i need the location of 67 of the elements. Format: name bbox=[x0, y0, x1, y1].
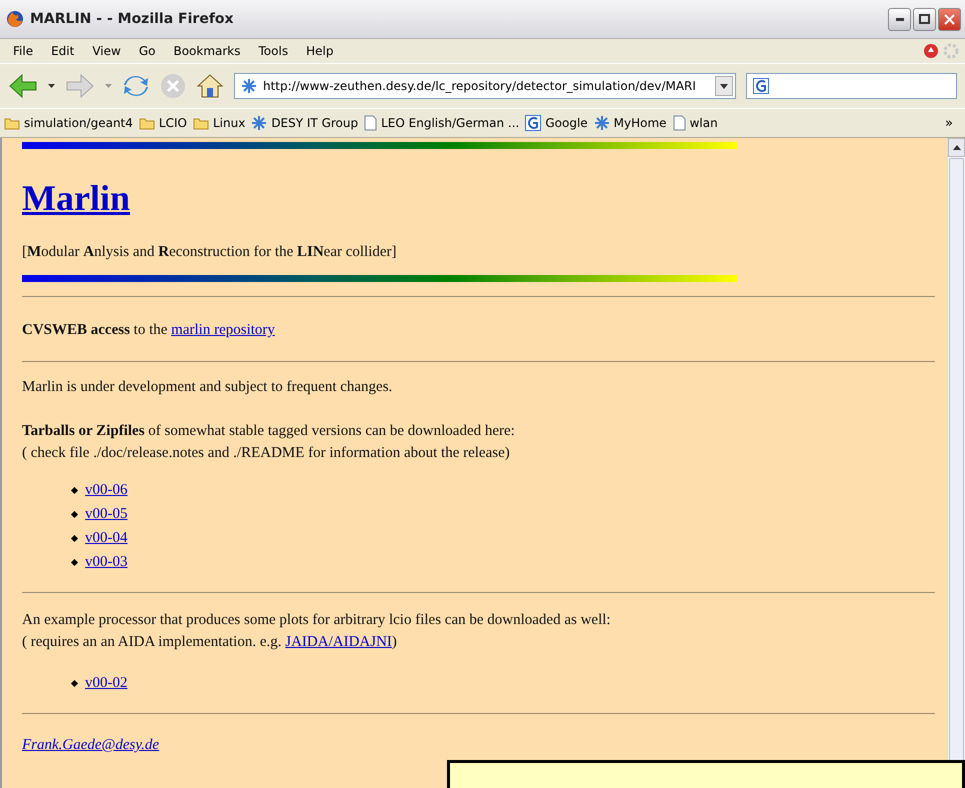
google-icon bbox=[525, 115, 542, 131]
snowflake-icon bbox=[241, 78, 257, 94]
menu-item[interactable]: View bbox=[85, 42, 128, 60]
version-link[interactable]: v00-04 bbox=[85, 526, 128, 550]
bullet-icon bbox=[70, 679, 78, 687]
close-button[interactable] bbox=[938, 8, 961, 30]
page-icon bbox=[364, 115, 378, 131]
menu-item[interactable]: Help bbox=[299, 42, 340, 60]
scroll-up-button[interactable] bbox=[948, 138, 965, 157]
version-link[interactable]: v00-05 bbox=[85, 502, 128, 526]
bookmark-link[interactable]: LCIO bbox=[138, 116, 187, 130]
snowflake-icon bbox=[251, 115, 268, 131]
bullet-icon bbox=[70, 486, 78, 494]
maximize-button[interactable] bbox=[913, 8, 936, 30]
menu-item[interactable]: File bbox=[6, 42, 40, 60]
maximize-icon bbox=[919, 14, 930, 24]
home-icon[interactable] bbox=[196, 73, 224, 99]
status-text: Marlin is under development and subject to frequent changes. bbox=[22, 378, 394, 397]
example-text: An example processor that produces some plots for arbitrary lcio files can be downloaded as well: bbox=[22, 611, 612, 630]
address-field[interactable]: http://www-zeuthen.desy.de/lc_repository/detector_simulation/dev/MARI bbox=[234, 73, 736, 99]
folder-icon bbox=[138, 116, 155, 130]
bullet-icon bbox=[70, 534, 78, 542]
search-field[interactable] bbox=[746, 73, 957, 99]
bookmark-link[interactable]: Google bbox=[525, 115, 588, 131]
release-note-text: ( check file ./doc/release.notes and ./README for information about the release) bbox=[22, 444, 511, 463]
subtitle: [Modular Anlysis and Reconstruction for the LINear collider] bbox=[22, 243, 398, 262]
page-icon bbox=[672, 115, 686, 131]
bullet-icon bbox=[70, 558, 78, 566]
dropdown-button[interactable] bbox=[715, 76, 733, 96]
version-link[interactable]: v00-06 bbox=[85, 478, 128, 502]
page-heading[interactable]: Marlin bbox=[22, 177, 130, 219]
caret-icon bbox=[952, 145, 960, 150]
aida-note-text: ( requires an an AIDA implementation. e.g. JAIDA/AIDAJNI) bbox=[22, 633, 398, 652]
repository-link[interactable]: marlin repository bbox=[171, 322, 275, 338]
back-icon[interactable] bbox=[8, 73, 38, 99]
firefox-icon bbox=[6, 10, 24, 28]
caret-icon bbox=[720, 84, 728, 88]
menu-item[interactable]: Edit bbox=[44, 42, 82, 60]
minimize-button[interactable] bbox=[888, 8, 911, 30]
folder-icon bbox=[192, 116, 209, 130]
bookmark-link[interactable]: MyHome bbox=[594, 115, 667, 131]
bookmark-link[interactable]: Linux bbox=[192, 116, 246, 130]
google-icon bbox=[753, 78, 769, 94]
email-link[interactable]: Frank.Gaede@desy.de bbox=[22, 737, 160, 753]
jaida-link[interactable]: JAIDA/AIDAJNI bbox=[285, 634, 392, 650]
menu-item[interactable]: Tools bbox=[252, 42, 296, 60]
tarballs-text: Tarballs or Zipfiles of somewhat stable tagged versions can be downloaded here: bbox=[22, 422, 516, 441]
reload-icon[interactable] bbox=[122, 73, 150, 99]
folder-icon bbox=[4, 116, 20, 130]
menu-item[interactable]: Bookmarks bbox=[166, 42, 248, 60]
window-title: MARLIN - - Mozilla Firefox bbox=[30, 11, 235, 27]
alert-icon bbox=[923, 43, 939, 59]
close-icon bbox=[944, 14, 955, 24]
menu-item[interactable]: Go bbox=[132, 42, 162, 60]
minimize-icon bbox=[896, 18, 904, 20]
bullet-icon bbox=[70, 510, 78, 518]
bookmark-link[interactable]: wlan bbox=[672, 115, 718, 131]
more-bookmarks-button[interactable]: » bbox=[937, 116, 961, 130]
bookmark-link[interactable]: LEO English/German ... bbox=[364, 115, 520, 131]
snowflake-icon bbox=[594, 115, 610, 131]
throbber-icon bbox=[943, 43, 959, 59]
dropdown-arrow-icon[interactable] bbox=[48, 84, 55, 88]
bookmark-link[interactable]: DESY IT Group bbox=[251, 115, 358, 131]
version-link[interactable]: v00-02 bbox=[85, 671, 128, 695]
version-link[interactable]: v00-03 bbox=[85, 550, 128, 574]
bookmark-link[interactable]: simulation/geant4 bbox=[4, 116, 133, 130]
cvsweb-text: CVSWEB access to the marlin repository bbox=[22, 321, 276, 340]
